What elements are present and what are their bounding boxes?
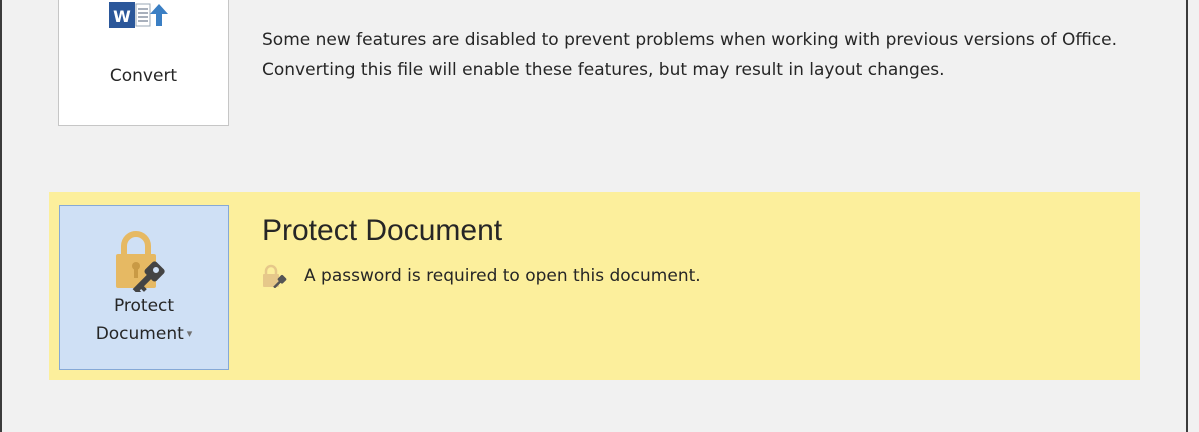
protect-document-button[interactable]: Protect Document ▾ (59, 205, 229, 370)
word-letter: W (113, 7, 131, 26)
protect-document-title: Protect Document (262, 214, 503, 247)
small-lock-key-icon (263, 264, 287, 288)
protect-label-line2-text: Document (95, 324, 184, 344)
protect-document-button-label: Protect Document ▾ (96, 292, 193, 348)
window-left-border (0, 0, 2, 432)
word-convert-icon: W (108, 2, 168, 28)
convert-description: Some new features are disabled to preven… (262, 30, 1117, 80)
convert-button-label: Convert (109, 66, 178, 86)
protect-document-info: A password is required to open this docu… (262, 264, 701, 288)
convert-button[interactable]: W Convert (58, 0, 229, 126)
chevron-down-icon: ▾ (186, 327, 193, 340)
protect-label-line1: Protect (113, 296, 175, 316)
lock-key-icon (116, 231, 165, 292)
window-right-border (1186, 0, 1188, 432)
protect-info-text: A password is required to open this docu… (304, 266, 701, 286)
protect-label-line2: Document ▾ (96, 320, 193, 348)
